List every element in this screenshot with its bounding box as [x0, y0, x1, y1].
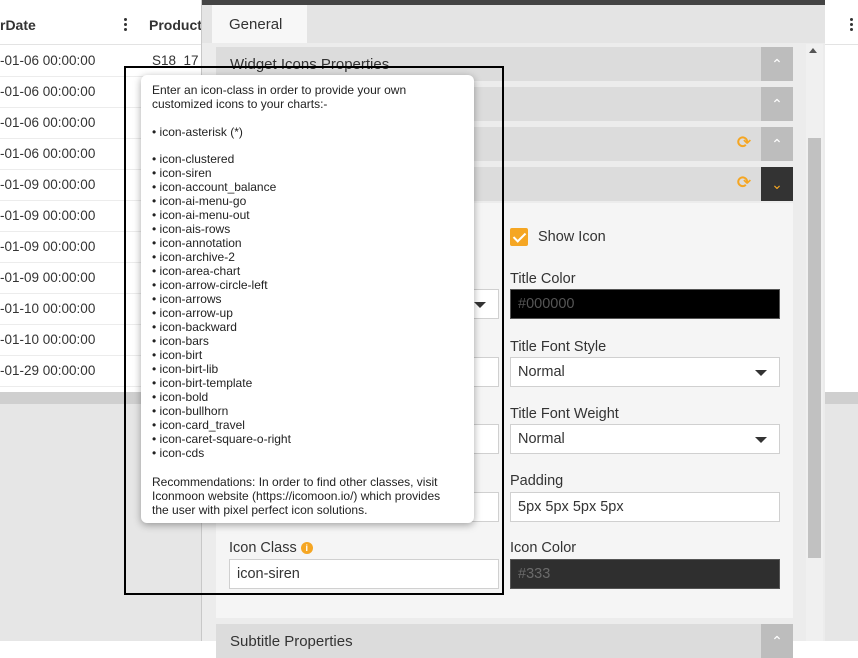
scroll-up-arrow-icon[interactable] [809, 48, 817, 53]
icon-color-value: #333 [518, 566, 551, 582]
order-date-cell: -01-09 00:00:00 [0, 177, 96, 192]
icon-color-label: Icon Color [510, 540, 577, 556]
tooltip-recommendations: Recommendations: In order to find other … [152, 475, 467, 517]
sync-icon[interactable]: ⟳ [735, 174, 753, 192]
title-font-style-label: Title Font Style [510, 339, 607, 355]
tooltip-icon-item: • icon-ai-menu-go [152, 194, 247, 208]
order-date-cell: -01-09 00:00:00 [0, 270, 96, 285]
padding-value: 5px 5px 5px 5px [518, 499, 624, 515]
chevron-down-icon [474, 302, 486, 308]
tooltip-text: • icon-asterisk (*) [152, 125, 243, 139]
tooltip-icon-item: • icon-backward [152, 320, 237, 334]
section-subtitle[interactable]: Subtitle Properties ⌃ [216, 624, 793, 658]
title-font-weight-select[interactable]: Normal [510, 424, 780, 454]
tooltip-icon-item: • icon-birt-lib [152, 362, 219, 376]
tooltip-icon-item: • icon-arrow-up [152, 306, 233, 320]
tooltip-icon-item: • icon-bullhorn [152, 404, 229, 418]
tooltip-icon-item: • icon-ais-rows [152, 222, 231, 236]
tooltip-icon-item: • icon-area-chart [152, 264, 241, 278]
padding-label: Padding [510, 473, 564, 489]
order-date-cell: -01-09 00:00:00 [0, 239, 96, 254]
tooltip-icon-item: • icon-caret-square-o-right [152, 432, 291, 446]
tooltip-asterisk: • icon-asterisk (*) [152, 125, 467, 139]
product-code-cell: S18_17 [152, 53, 199, 68]
order-date-cell: -01-06 00:00:00 [0, 84, 96, 99]
tooltip-icon-item: • icon-account_balance [152, 180, 277, 194]
icon-class-input[interactable]: icon-siren [229, 559, 499, 589]
tab-general[interactable]: General [212, 5, 307, 43]
tooltip-icon-item: • icon-archive-2 [152, 250, 235, 264]
tooltip-text: Enter an icon-class in order to provide … [152, 83, 407, 97]
tooltip-icon-item: • icon-birt-template [152, 376, 253, 390]
order-date-cell: -01-29 00:00:00 [0, 363, 96, 378]
chevron-up-icon[interactable]: ⌃ [761, 624, 793, 658]
column-header-orderdate[interactable]: rDate [0, 17, 36, 33]
info-icon[interactable]: i [300, 542, 313, 554]
order-date-cell: -01-10 00:00:00 [0, 332, 96, 347]
tooltip-icon-list: • icon-clustered • icon-siren • icon-accou… [152, 152, 467, 460]
chevron-down-icon [755, 437, 767, 443]
show-icon-label: Show Icon [538, 229, 606, 245]
title-font-weight-label: Title Font Weight [510, 406, 619, 422]
table-row[interactable]: -01-06 00:00:00 S18_17 [0, 45, 205, 77]
icon-class-value: icon-siren [237, 566, 300, 582]
order-date-cell: -01-10 00:00:00 [0, 301, 96, 316]
title-color-label: Title Color [510, 271, 576, 287]
tooltip-text: customized icons to your charts:- [152, 97, 328, 111]
tooltip-text: the user with pixel perfect icon solutio… [152, 503, 368, 517]
tooltip-text: Recommendations: In order to find other … [152, 475, 438, 489]
tooltip-icon-item: • icon-card_travel [152, 418, 245, 432]
icon-class-tooltip: Enter an icon-class in order to provide … [141, 75, 474, 523]
title-font-style-select[interactable]: Normal [510, 357, 780, 387]
section-title: Subtitle Properties [230, 633, 353, 650]
sync-icon[interactable]: ⟳ [735, 134, 753, 152]
show-icon-checkbox[interactable] [510, 228, 528, 246]
column-menu-icon[interactable] [124, 18, 128, 33]
padding-input[interactable]: 5px 5px 5px 5px [510, 492, 780, 522]
order-date-cell: -01-06 00:00:00 [0, 115, 96, 130]
chevron-up-icon[interactable]: ⌃ [761, 87, 793, 121]
chevron-down-icon[interactable]: ⌄ [761, 167, 793, 201]
scrollbar-thumb[interactable] [808, 138, 821, 558]
chevron-down-icon [755, 370, 767, 376]
tooltip-text: Iconmoon website (https://icomoon.io/) w… [152, 489, 441, 503]
section-title: Widget Icons Properties [230, 56, 390, 73]
order-date-cell: -01-06 00:00:00 [0, 146, 96, 161]
tooltip-icon-item: • icon-arrow-circle-left [152, 278, 268, 292]
tooltip-icon-item: • icon-ai-menu-out [152, 208, 250, 222]
icon-class-label: Icon Class i [229, 540, 313, 556]
tooltip-icon-item: • icon-birt [152, 348, 203, 362]
chevron-up-icon[interactable]: ⌃ [761, 47, 793, 81]
tooltip-icon-item: • icon-bars [152, 334, 209, 348]
column-menu-icon[interactable] [850, 18, 854, 33]
tooltip-intro: Enter an icon-class in order to provide … [152, 83, 467, 111]
tab-general-label: General [229, 16, 283, 33]
tooltip-icon-item: • icon-siren [152, 166, 212, 180]
chevron-up-icon[interactable]: ⌃ [761, 127, 793, 161]
tooltip-icon-item: • icon-arrows [152, 292, 222, 306]
panel-tabs: General [202, 5, 825, 43]
order-date-cell: -01-06 00:00:00 [0, 53, 96, 68]
order-date-cell: -01-09 00:00:00 [0, 208, 96, 223]
title-font-style-value: Normal [518, 364, 565, 380]
tooltip-icon-item: • icon-clustered [152, 152, 235, 166]
tooltip-icon-item: • icon-annotation [152, 236, 242, 250]
title-font-weight-value: Normal [518, 431, 565, 447]
tooltip-icon-item: • icon-cds [152, 446, 205, 460]
title-color-input[interactable]: #000000 [510, 289, 780, 319]
title-color-value: #000000 [518, 296, 575, 312]
icon-color-input[interactable]: #333 [510, 559, 780, 589]
tooltip-icon-item: • icon-bold [152, 390, 209, 404]
